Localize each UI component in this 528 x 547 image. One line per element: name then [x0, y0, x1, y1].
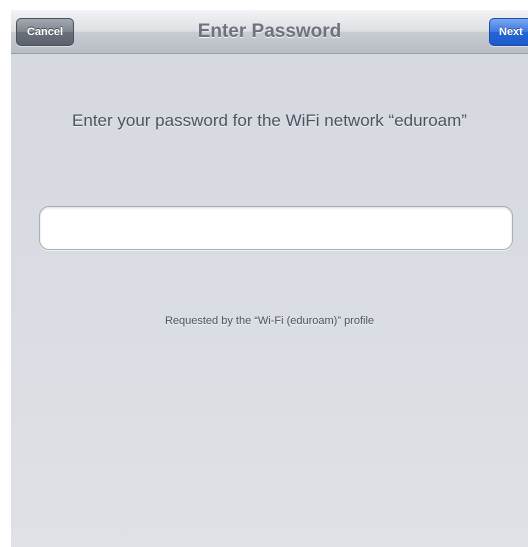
password-field[interactable]	[39, 206, 513, 250]
requested-by-text: Requested by the “Wi-Fi (eduroam)” profi…	[164, 315, 375, 327]
page-title: Enter Password	[197, 21, 342, 42]
next-button[interactable]: Next	[489, 18, 528, 46]
password-prompt-text: Enter your password for the WiFi network…	[72, 111, 467, 130]
password-sheet: Cancel Enter Password Next Enter your pa…	[11, 10, 528, 547]
navigation-bar: Cancel Enter Password Next	[11, 10, 528, 54]
